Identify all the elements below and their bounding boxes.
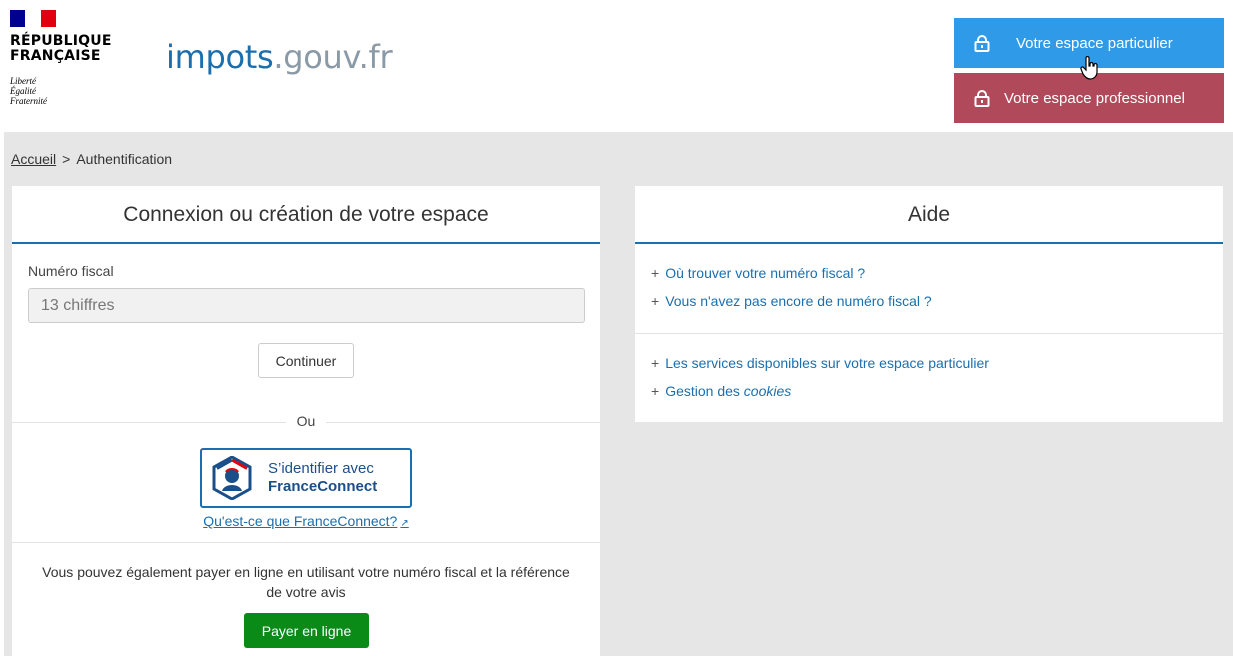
republic-name-line2: FRANÇAISE	[10, 48, 101, 64]
espace-professionnel-label: Votre espace professionnel	[1004, 89, 1185, 107]
help-panel-title: Aide	[635, 186, 1223, 244]
or-label: Ou	[286, 413, 326, 429]
breadcrumb-separator: >	[62, 151, 71, 167]
lock-icon	[974, 90, 990, 107]
republic-motto: Liberté Égalité Fraternité	[10, 76, 47, 106]
fiscal-number-label: Numéro fiscal	[28, 263, 114, 279]
help-link-label: Les services disponibles sur votre espac…	[665, 355, 989, 371]
help-link-no-fiscal-number[interactable]: + Vous n'avez pas encore de numéro fiscal…	[651, 287, 932, 315]
login-panel: Connexion ou création de votre espace Nu…	[12, 186, 600, 656]
espace-particulier-label: Votre espace particulier	[1016, 34, 1173, 52]
help-link-available-services[interactable]: + Les services disponibles sur votre espa…	[651, 349, 989, 377]
plus-icon: +	[651, 383, 660, 399]
french-flag-icon	[10, 10, 56, 27]
republic-name: RÉPUBLIQUE FRANÇAISE	[10, 34, 112, 64]
continue-button[interactable]: Continuer	[258, 343, 354, 378]
help-link-label-italic: cookies	[743, 383, 792, 399]
franceconnect-info-label: Qu'est-ce que FranceConnect?	[203, 513, 398, 529]
section-divider	[12, 542, 600, 543]
breadcrumb-home-link[interactable]: Accueil	[11, 151, 56, 167]
site-logo[interactable]: impots.gouv.fr	[166, 38, 393, 76]
motto-line2: Égalité	[10, 86, 36, 96]
login-panel-title: Connexion ou création de votre espace	[12, 186, 600, 244]
help-link-label: Gestion des	[665, 383, 744, 399]
site-name-tld: .gouv.fr	[273, 38, 393, 76]
help-link-where-fiscal-number[interactable]: + Où trouver votre numéro fiscal ?	[651, 259, 932, 287]
help-links-group-1: + Où trouver votre numéro fiscal ? + Vous …	[651, 259, 932, 315]
republic-name-line1: RÉPUBLIQUE	[10, 33, 112, 49]
help-panel: Aide + Où trouver votre numéro fiscal ? +…	[635, 186, 1223, 422]
pay-online-button[interactable]: Payer en ligne	[244, 613, 369, 648]
franceconnect-text: S’identifier avec FranceConnect	[268, 460, 377, 496]
hand-pointer-icon	[1080, 55, 1100, 85]
breadcrumb-current: Authentification	[76, 151, 173, 167]
site-header: RÉPUBLIQUE FRANÇAISE Liberté Égalité Fra…	[0, 0, 1233, 132]
motto-line1: Liberté	[10, 76, 36, 86]
plus-icon: +	[651, 293, 660, 309]
breadcrumb: Accueil > Authentification	[11, 151, 172, 167]
help-links-group-2: + Les services disponibles sur votre espa…	[651, 349, 989, 405]
section-divider	[635, 333, 1223, 334]
franceconnect-button[interactable]: S’identifier avec FranceConnect	[200, 448, 412, 508]
pay-online-description: Vous pouvez également payer en ligne en …	[42, 564, 570, 600]
help-link-label: Où trouver votre numéro fiscal ?	[665, 265, 866, 281]
plus-icon: +	[651, 355, 660, 371]
site-name-main: impots	[166, 38, 274, 76]
franceconnect-line2: FranceConnect	[268, 478, 378, 495]
help-link-cookies[interactable]: + Gestion des cookies	[651, 377, 989, 405]
franceconnect-info-link[interactable]: Qu'est-ce que FranceConnect? ↗	[12, 513, 600, 529]
franceconnect-line1: S’identifier avec	[268, 460, 374, 477]
external-link-icon: ↗	[400, 518, 409, 529]
help-link-label: Vous n'avez pas encore de numéro fiscal …	[665, 293, 932, 309]
franceconnect-logo-icon	[212, 455, 252, 501]
motto-line3: Fraternité	[10, 96, 47, 106]
republique-francaise-logo[interactable]: RÉPUBLIQUE FRANÇAISE Liberté Égalité Fra…	[10, 10, 130, 110]
lock-icon	[974, 35, 990, 52]
fiscal-number-input[interactable]	[28, 288, 585, 323]
plus-icon: +	[651, 265, 660, 281]
